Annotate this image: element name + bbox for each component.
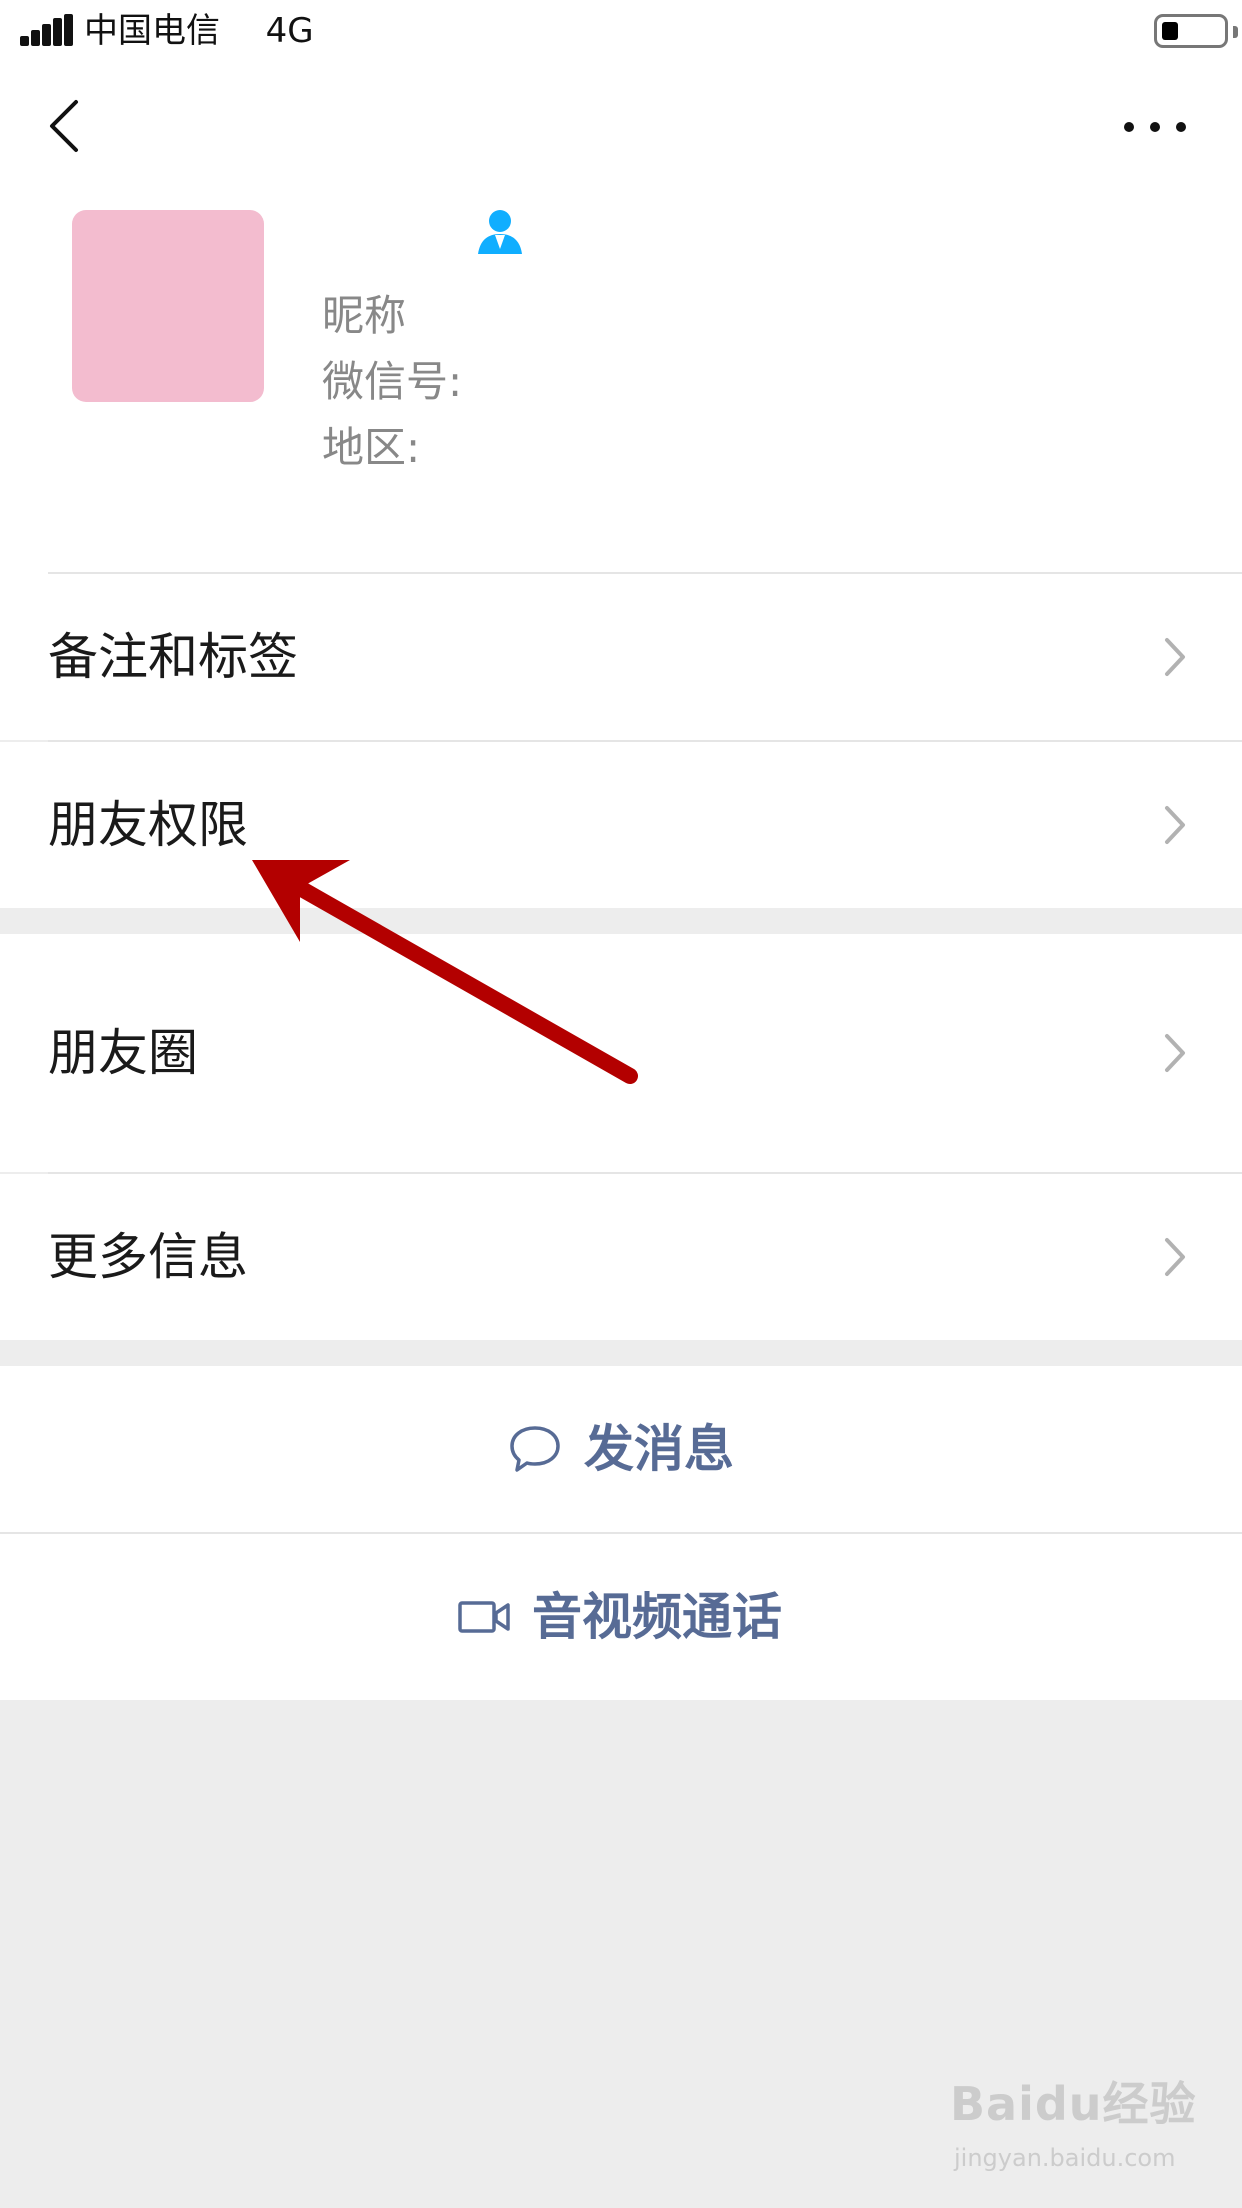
watermark-url: jingyan.baidu.com — [954, 2144, 1176, 2172]
more-info-label: 更多信息 — [48, 1228, 248, 1286]
chat-bubble-icon — [510, 1426, 560, 1472]
contact-profile-page: 中国电信 4G 昵称 微信号: 地区: 备注和标签 朋友权限 朋友圈 更多信息 … — [0, 0, 1242, 2208]
send-message-button[interactable]: 发消息 — [0, 1366, 1242, 1532]
carrier-info: 中国电信 4G — [84, 10, 314, 52]
friend-permissions-row[interactable]: 朋友权限 — [0, 742, 1242, 908]
watermark-brand: Baidu经验 — [950, 2077, 1197, 2131]
moments-row[interactable]: 朋友圈 — [0, 934, 1242, 1172]
chevron-right-icon — [1165, 806, 1185, 844]
chevron-right-icon — [1165, 1034, 1185, 1072]
ellipsis-icon[interactable] — [1120, 114, 1190, 140]
more-info-row[interactable]: 更多信息 — [0, 1174, 1242, 1340]
send-message-label: 发消息 — [584, 1420, 734, 1478]
notes-and-tags-row[interactable]: 备注和标签 — [0, 574, 1242, 740]
avatar[interactable] — [72, 210, 264, 402]
signal-strength-icon — [20, 14, 74, 46]
status-bar: 中国电信 4G — [0, 0, 1242, 62]
friend-permissions-label: 朋友权限 — [48, 796, 248, 854]
video-call-label: 音视频通话 — [532, 1588, 782, 1646]
moments-label: 朋友圈 — [48, 1024, 198, 1082]
network-type: 4G — [265, 11, 314, 51]
wechat-id-label: 微信号: — [322, 357, 463, 406]
video-call-button[interactable]: 音视频通话 — [0, 1534, 1242, 1700]
region-label: 地区: — [322, 423, 421, 472]
navigation-bar — [0, 62, 1242, 190]
watermark: Baidu经验 jingyan.baidu.com — [950, 2068, 1196, 2188]
profile-header: 昵称 微信号: 地区: — [0, 190, 1242, 574]
battery-icon — [1154, 14, 1238, 48]
carrier-name: 中国电信 — [84, 11, 220, 51]
video-camera-icon — [458, 1601, 510, 1633]
chevron-right-icon — [1165, 638, 1185, 676]
chevron-left-icon[interactable] — [46, 98, 86, 154]
contact-person-icon — [478, 210, 522, 254]
notes-and-tags-label: 备注和标签 — [48, 628, 298, 686]
chevron-right-icon — [1165, 1238, 1185, 1276]
nickname-label: 昵称 — [322, 291, 407, 340]
